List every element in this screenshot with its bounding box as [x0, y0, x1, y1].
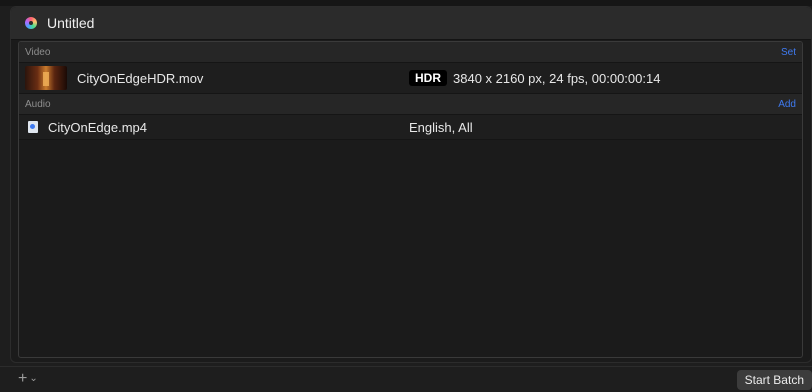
audio-add-button[interactable]: Add [778, 99, 796, 110]
video-specs: 3840 x 2160 px, 24 fps, 00:00:00:14 [453, 70, 661, 86]
audio-header-label: Audio [25, 98, 51, 110]
start-batch-button[interactable]: Start Batch [736, 370, 812, 390]
hdr-badge: HDR [409, 70, 447, 86]
batch-title: Untitled [47, 15, 95, 31]
audio-info: English, All [409, 119, 473, 135]
video-header-label: Video [25, 46, 51, 58]
batch-content: Video Set CityOnEdgeHDR.mov HDR 3840 x 2… [18, 41, 803, 358]
batch-panel: Untitled Video Set CityOnEdgeHDR.mov HDR… [10, 6, 812, 363]
bottom-toolbar: + ⌄ Start Batch [0, 366, 812, 392]
add-menu-button[interactable]: + ⌄ [18, 371, 38, 387]
plus-icon: + [18, 370, 28, 387]
batch-app-icon [25, 17, 37, 29]
audio-file-icon [28, 121, 38, 133]
chevron-down-icon: ⌄ [29, 373, 38, 384]
video-section-header: Video Set [19, 42, 802, 63]
audio-row[interactable]: CityOnEdge.mp4 English, All [19, 115, 802, 140]
video-row[interactable]: CityOnEdgeHDR.mov HDR 3840 x 2160 px, 24… [19, 63, 802, 94]
video-set-button[interactable]: Set [781, 47, 796, 58]
video-filename: CityOnEdgeHDR.mov [77, 70, 204, 86]
audio-filename: CityOnEdge.mp4 [48, 119, 147, 135]
video-thumbnail [25, 66, 67, 90]
batch-title-bar[interactable]: Untitled [11, 7, 811, 40]
audio-section-header: Audio Add [19, 94, 802, 115]
video-info: HDR 3840 x 2160 px, 24 fps, 00:00:00:14 [409, 70, 660, 86]
